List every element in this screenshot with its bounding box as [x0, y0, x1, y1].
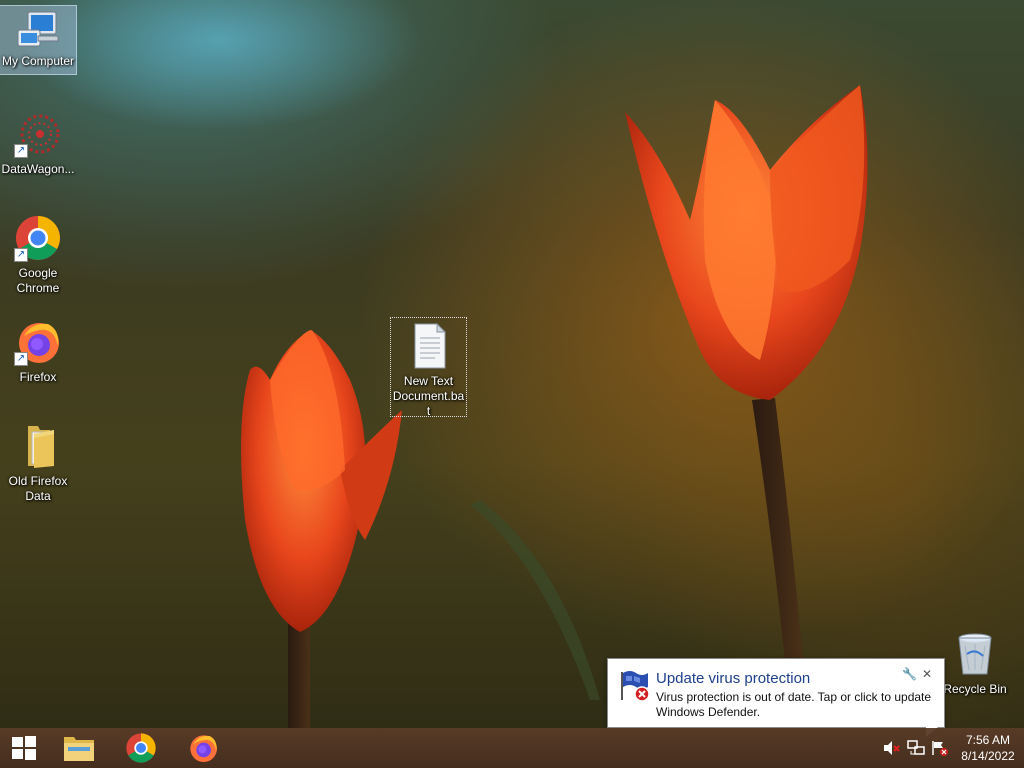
desktop-icon-label: Recycle Bin: [943, 682, 1007, 696]
taskbar-firefox[interactable]: [172, 728, 234, 768]
shortcut-arrow-icon: ↗: [14, 144, 28, 158]
file-explorer-icon: [64, 737, 94, 761]
desktop-icon-firefox[interactable]: ↗ Firefox: [0, 318, 76, 385]
desktop-icon-recycle-bin[interactable]: Recycle Bin: [937, 630, 1013, 697]
desktop-icon-label: New Text Document.bat: [392, 374, 465, 418]
recycle-bin-icon: [951, 630, 999, 678]
windows-logo-icon: [12, 736, 36, 760]
windows-defender-flag-icon: [618, 669, 652, 703]
datawagon-icon: ↗: [14, 110, 62, 158]
desktop-icon-datawagon[interactable]: ↗ DataWagon...: [0, 110, 76, 177]
text-document-icon: [405, 322, 453, 370]
close-icon[interactable]: ✕: [920, 667, 934, 681]
chrome-icon: [126, 733, 156, 763]
shortcut-arrow-icon: ↗: [14, 352, 28, 366]
firefox-icon: ↗: [14, 318, 62, 366]
desktop-icon-label: Google Chrome: [16, 266, 60, 295]
taskbar-file-explorer[interactable]: [48, 728, 110, 768]
volume-muted-icon[interactable]: [880, 728, 904, 768]
network-icon[interactable]: [904, 728, 928, 768]
computer-icon: [14, 6, 62, 54]
desktop-icon-old-firefox-data[interactable]: Old Firefox Data: [0, 422, 76, 504]
action-center-icon[interactable]: [928, 728, 952, 768]
desktop-icon-google-chrome[interactable]: ↗ Google Chrome: [0, 214, 76, 296]
firefox-icon: [190, 735, 217, 762]
wrench-icon[interactable]: 🔧: [902, 667, 917, 681]
notification-balloon[interactable]: Update virus protection Virus protection…: [607, 658, 945, 737]
clock-date: 8/14/2022: [961, 749, 1015, 763]
desktop-icon-new-text-document[interactable]: New Text Document.bat: [390, 317, 467, 418]
taskbar-chrome[interactable]: [110, 728, 172, 768]
desktop-icon-label: DataWagon...: [1, 162, 75, 176]
taskbar-clock[interactable]: 7:56 AM 8/14/2022: [952, 732, 1024, 764]
start-button[interactable]: [0, 728, 48, 768]
desktop-icon-my-computer[interactable]: My Computer: [0, 5, 77, 75]
system-tray: 7:56 AM 8/14/2022: [880, 728, 1024, 768]
notification-title: Update virus protection: [656, 670, 811, 687]
desktop-icon-label: Firefox: [19, 370, 57, 384]
desktop-icon-label: My Computer: [1, 54, 75, 68]
shortcut-arrow-icon: ↗: [14, 248, 28, 262]
notification-message: Virus protection is out of date. Tap or …: [656, 690, 932, 719]
wallpaper: [241, 85, 868, 728]
folder-icon: [14, 422, 62, 470]
desktop-icon-label: Old Firefox Data: [8, 474, 68, 503]
taskbar: 7:56 AM 8/14/2022: [0, 728, 1024, 768]
clock-time: 7:56 AM: [965, 733, 1011, 747]
chrome-icon: ↗: [14, 214, 62, 262]
